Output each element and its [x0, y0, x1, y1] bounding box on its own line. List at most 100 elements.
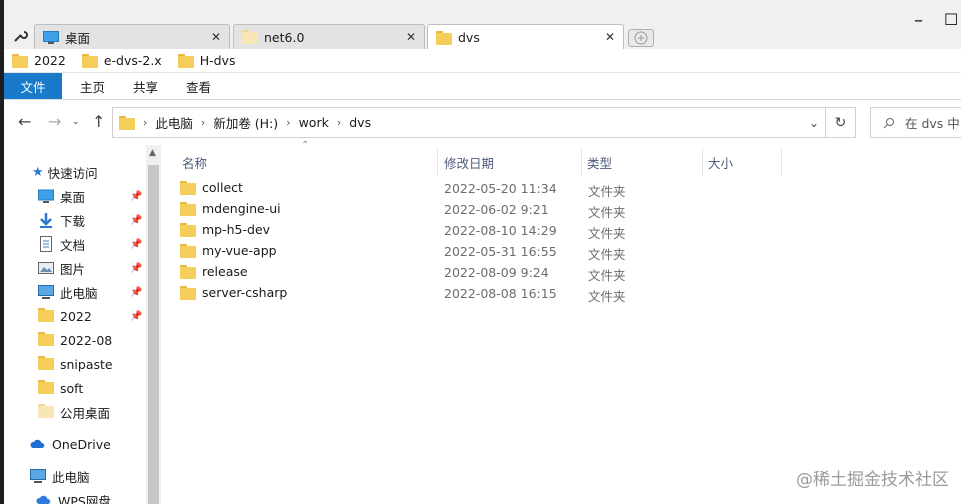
- close-icon[interactable]: ✕: [406, 30, 416, 44]
- breadcrumb-work[interactable]: work: [299, 115, 329, 130]
- column-header-date[interactable]: 修改日期: [444, 148, 494, 176]
- ribbon-tab-file[interactable]: 文件: [4, 73, 62, 99]
- new-tab-button[interactable]: [628, 29, 654, 47]
- search-input[interactable]: 在 dvs 中: [870, 107, 961, 138]
- tab-desktop[interactable]: 桌面 ✕: [34, 24, 230, 49]
- ribbon-tab-view[interactable]: 查看: [172, 73, 225, 99]
- pin-icon[interactable]: 📌: [130, 263, 142, 274]
- tab-label: dvs: [458, 30, 480, 45]
- nav-item-downloads[interactable]: 下载: [38, 209, 85, 231]
- table-row[interactable]: collect 2022-05-20 11:34 文件夹: [180, 178, 960, 199]
- folder-icon: [38, 332, 54, 348]
- chevron-right-icon: ›: [336, 116, 342, 129]
- bookmark-bar: 2022 e-dvs-2.x H-dvs: [4, 49, 961, 73]
- nav-item-snipaste[interactable]: snipaste: [38, 353, 113, 375]
- address-bar[interactable]: › 此电脑 › 新加卷 (H:) › work › dvs ⌄: [112, 107, 826, 138]
- recent-dropdown-icon[interactable]: ⌄: [72, 117, 80, 127]
- column-divider[interactable]: [781, 148, 782, 176]
- file-name: collect: [202, 180, 243, 195]
- pin-icon[interactable]: 📌: [130, 239, 142, 250]
- nav-item-soft[interactable]: soft: [38, 377, 83, 399]
- tab-dvs[interactable]: dvs ✕: [427, 24, 624, 50]
- file-date: 2022-08-09 9:24: [444, 265, 549, 280]
- table-row[interactable]: my-vue-app 2022-05-31 16:55 文件夹: [180, 241, 960, 262]
- table-row[interactable]: mp-h5-dev 2022-08-10 14:29 文件夹: [180, 220, 960, 241]
- pin-icon[interactable]: 📌: [130, 311, 142, 322]
- column-divider[interactable]: [437, 148, 438, 176]
- table-row[interactable]: release 2022-08-09 9:24 文件夹: [180, 262, 960, 283]
- nav-scrollbar[interactable]: ▲: [146, 145, 161, 504]
- file-type: 文件夹: [588, 289, 626, 304]
- breadcrumb-this-pc[interactable]: 此电脑: [155, 113, 193, 132]
- navigation-pane: ★ 快速访问 桌面 📌 下载 📌 文档 📌 图片 📌 此电脑 📌 2022 📌 …: [4, 145, 146, 504]
- minimize-icon[interactable]: –: [914, 10, 923, 31]
- bookmark-label: 2022: [34, 53, 66, 68]
- folder-icon: [38, 380, 54, 396]
- file-name: server-csharp: [202, 285, 288, 300]
- close-icon[interactable]: ✕: [211, 30, 221, 44]
- bookmark-e-dvs[interactable]: e-dvs-2.x: [81, 53, 162, 68]
- tab-bar: 桌面 ✕ net6.0 ✕ dvs ✕ – ☐: [4, 0, 961, 50]
- nav-item-2022-08[interactable]: 2022-08: [38, 329, 112, 351]
- breadcrumb-dvs[interactable]: dvs: [349, 115, 371, 130]
- nav-label: OneDrive: [52, 436, 111, 452]
- desktop-icon: [43, 30, 59, 44]
- file-name: release: [202, 264, 248, 279]
- column-header-size[interactable]: 大小: [708, 148, 733, 176]
- bookmark-label: e-dvs-2.x: [103, 53, 162, 68]
- column-header-type[interactable]: 类型: [587, 148, 612, 176]
- folder-icon: [180, 222, 196, 237]
- table-row[interactable]: mdengine-ui 2022-06-02 9:21 文件夹: [180, 199, 960, 220]
- pin-icon[interactable]: 📌: [130, 191, 142, 202]
- table-row[interactable]: server-csharp 2022-08-08 16:15 文件夹: [180, 283, 960, 304]
- refresh-button[interactable]: ↻: [826, 107, 856, 138]
- folder-icon: [119, 115, 135, 130]
- maximize-icon[interactable]: ☐: [944, 10, 958, 29]
- document-icon: [40, 236, 52, 252]
- nav-item-pictures[interactable]: 图片: [38, 257, 85, 279]
- nav-item-documents[interactable]: 文档: [38, 233, 85, 255]
- tab-net6[interactable]: net6.0 ✕: [233, 24, 425, 49]
- breadcrumb-volume[interactable]: 新加卷 (H:): [213, 113, 278, 132]
- nav-item-desktop[interactable]: 桌面: [38, 185, 85, 207]
- column-divider[interactable]: [702, 148, 703, 176]
- nav-quick-access[interactable]: ★ 快速访问: [32, 161, 98, 183]
- star-icon: ★: [32, 164, 44, 180]
- file-date: 2022-08-08 16:15: [444, 286, 557, 301]
- close-icon[interactable]: ✕: [605, 30, 615, 44]
- folder-icon: [436, 30, 452, 45]
- column-divider[interactable]: [581, 148, 582, 176]
- nav-wps[interactable]: WPS网盘: [36, 489, 111, 504]
- pin-icon[interactable]: 📌: [130, 215, 142, 226]
- bookmark-label: H-dvs: [199, 53, 236, 68]
- picture-icon: [38, 262, 54, 274]
- pin-icon[interactable]: 📌: [130, 287, 142, 298]
- column-header-name[interactable]: 名称: [182, 148, 207, 176]
- ribbon-tab-share[interactable]: 共享: [119, 73, 172, 99]
- nav-onedrive[interactable]: OneDrive: [30, 433, 111, 455]
- chevron-right-icon: ›: [200, 116, 206, 129]
- up-arrow-icon[interactable]: ↑: [92, 112, 105, 131]
- back-arrow-icon[interactable]: ←: [18, 112, 31, 131]
- nav-item-2022[interactable]: 2022: [38, 305, 92, 327]
- ribbon-tab-home[interactable]: 主页: [66, 73, 119, 99]
- nav-label: 图片: [60, 261, 86, 277]
- nav-this-pc[interactable]: 此电脑: [30, 465, 90, 487]
- search-icon: [883, 117, 894, 128]
- forward-arrow-icon[interactable]: →: [48, 112, 61, 131]
- file-date: 2022-06-02 9:21: [444, 202, 549, 217]
- nav-item-public-desktop[interactable]: 公用桌面: [38, 401, 110, 423]
- file-type: 文件夹: [588, 205, 626, 220]
- scroll-up-icon[interactable]: ▲: [149, 148, 156, 158]
- chevron-down-icon[interactable]: ⌄: [809, 116, 819, 130]
- folder-icon: [38, 404, 54, 420]
- folder-icon: [180, 180, 196, 195]
- chevron-right-icon: ›: [286, 116, 291, 129]
- scrollbar-thumb[interactable]: [148, 165, 159, 504]
- wrench-icon[interactable]: [12, 28, 28, 44]
- bookmark-2022[interactable]: 2022: [12, 53, 66, 68]
- file-type: 文件夹: [588, 268, 626, 283]
- folder-icon: [177, 53, 194, 68]
- bookmark-h-dvs[interactable]: H-dvs: [177, 53, 236, 68]
- nav-item-this-pc[interactable]: 此电脑: [38, 281, 98, 303]
